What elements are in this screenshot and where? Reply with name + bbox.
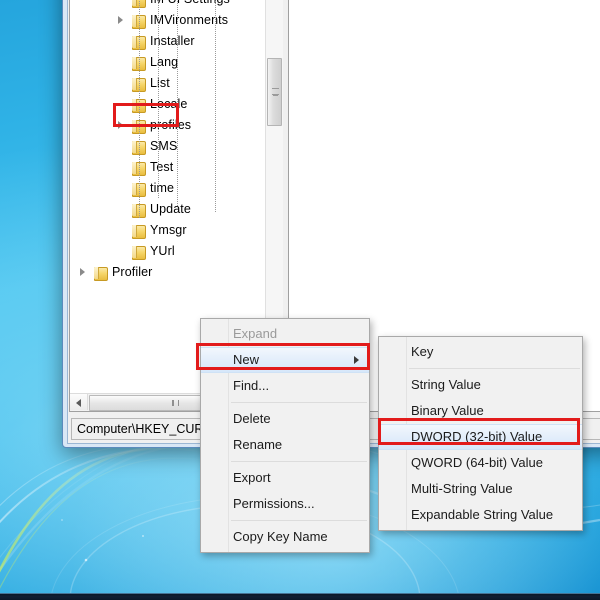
tree-vscroll-thumb[interactable] [267,58,282,126]
tree-twisty-placeholder [114,52,129,73]
menu-item-label: Rename [233,437,283,452]
menu-item-label: New [233,352,260,367]
menu-item-qword-64-bit-value[interactable]: QWORD (64-bit) Value [379,450,582,476]
menu-item-label: Permissions... [233,496,315,511]
tree-item-yurl[interactable]: YUrl [70,241,283,262]
folder-icon [130,245,147,260]
menu-item-label: Key [411,344,434,359]
tree-twisty-placeholder [114,199,129,220]
menu-item-label: String Value [411,377,481,392]
folder-icon [130,224,147,239]
tree-twisty-placeholder [114,73,129,94]
menu-item-copy-key-name[interactable]: Copy Key Name [201,524,369,550]
expand-arrow-icon[interactable] [76,262,91,283]
tree-item-label: profiles [150,118,192,132]
folder-icon [92,266,109,281]
menu-item-multi-string-value[interactable]: Multi-String Value [379,476,582,502]
tree-twisty-placeholder [114,136,129,157]
tree-item-ymsgr[interactable]: Ymsgr [70,220,283,241]
tree-connector-line [158,0,159,198]
tree-item-label: IM UI Settings [147,0,230,10]
menu-item-rename[interactable]: Rename [201,432,369,458]
expand-arrow-icon[interactable] [114,10,129,31]
tree-item-label: Locale [150,97,188,111]
menu-item-export[interactable]: Export [201,465,369,491]
scroll-left-arrow-icon[interactable] [70,394,88,410]
menu-separator [231,520,367,521]
submenu-arrow-icon [354,356,359,364]
tree-item-label: Test [150,160,174,174]
menu-item-new[interactable]: New [201,347,369,373]
tree-item-profiler[interactable]: Profiler [70,262,283,283]
menu-item-label: Multi-String Value [411,481,513,496]
tree-connector-line [139,0,140,218]
expand-arrow-icon[interactable] [114,115,129,136]
menu-item-label: DWORD (32-bit) Value [411,429,543,444]
menu-item-key[interactable]: Key [379,339,582,365]
menu-separator [409,368,580,369]
menu-item-label: Expandable String Value [411,507,554,522]
tree-item-label: Ymsgr [150,223,187,237]
registry-tree[interactable]: WinRAR SFXWow6432NodeYahooCompanionpager… [70,0,283,283]
tree-twisty-placeholder [114,0,129,10]
tree-item-label: SMS [150,139,178,153]
tree-twisty-placeholder [114,241,129,262]
taskbar[interactable] [0,593,600,600]
tree-item-label: YUrl [150,244,175,258]
menu-item-label: Copy Key Name [233,529,328,544]
menu-item-label: QWORD (64-bit) Value [411,455,543,470]
menu-item-string-value[interactable]: String Value [379,372,582,398]
tree-connector-line [177,0,178,206]
new-submenu[interactable]: Key String Value Binary Value DWORD (32-bit… [378,336,583,531]
tree-item-label: Installer [150,34,195,48]
menu-item-expand: Expand [201,321,369,347]
context-menu[interactable]: Expand New Find... Delete Rename Export Permis… [200,318,370,553]
tree-twisty-placeholder [114,31,129,52]
menu-separator [231,461,367,462]
menu-item-permissions[interactable]: Permissions... [201,491,369,517]
menu-item-delete[interactable]: Delete [201,406,369,432]
tree-item-label: Lang [150,55,179,69]
tree-connector-line [215,0,216,212]
menu-item-label: Binary Value [411,403,484,418]
tree-twisty-placeholder [114,178,129,199]
menu-item-label: Find... [233,378,270,393]
screen: WinRAR SFXWow6432NodeYahooCompanionpager… [0,0,600,600]
menu-item-dword-32-bit-value[interactable]: DWORD (32-bit) Value [379,424,582,450]
tree-item-label: Profiler [112,265,153,279]
tree-twisty-placeholder [114,94,129,115]
tree-twisty-placeholder [114,157,129,178]
menu-item-binary-value[interactable]: Binary Value [379,398,582,424]
menu-item-label: Export [233,470,271,485]
menu-item-find[interactable]: Find... [201,373,369,399]
tree-item-label: time [150,181,175,195]
menu-separator [231,402,367,403]
tree-item-label: Update [150,202,191,216]
menu-item-label: Delete [233,411,271,426]
menu-item-label: Expand [233,326,278,341]
tree-twisty-placeholder [114,220,129,241]
menu-item-expandable-string-value[interactable]: Expandable String Value [379,502,582,528]
